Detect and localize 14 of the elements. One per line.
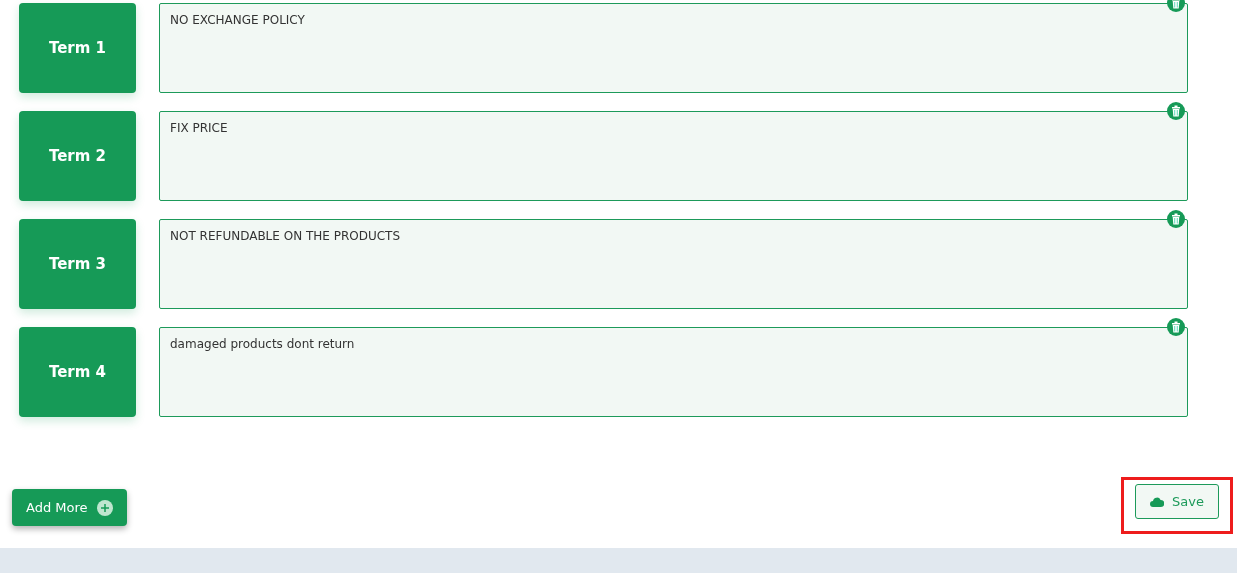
term-input-field[interactable]: damaged products dont return xyxy=(159,327,1188,417)
delete-icon[interactable] xyxy=(1167,210,1185,228)
cloud-icon xyxy=(1150,496,1165,507)
term-label: Term 2 xyxy=(19,111,136,201)
delete-icon[interactable] xyxy=(1167,102,1185,120)
term-input-field[interactable]: NOT REFUNDABLE ON THE PRODUCTS xyxy=(159,219,1188,309)
term-label: Term 4 xyxy=(19,327,136,417)
term-input-field[interactable]: NO EXCHANGE POLICY xyxy=(159,3,1188,93)
term-input-field[interactable]: FIX PRICE xyxy=(159,111,1188,201)
plus-icon xyxy=(96,499,113,516)
add-more-button[interactable]: Add More xyxy=(12,489,127,526)
delete-icon[interactable] xyxy=(1167,318,1185,336)
term-label: Term 3 xyxy=(19,219,136,309)
term-label: Term 1 xyxy=(19,3,136,93)
